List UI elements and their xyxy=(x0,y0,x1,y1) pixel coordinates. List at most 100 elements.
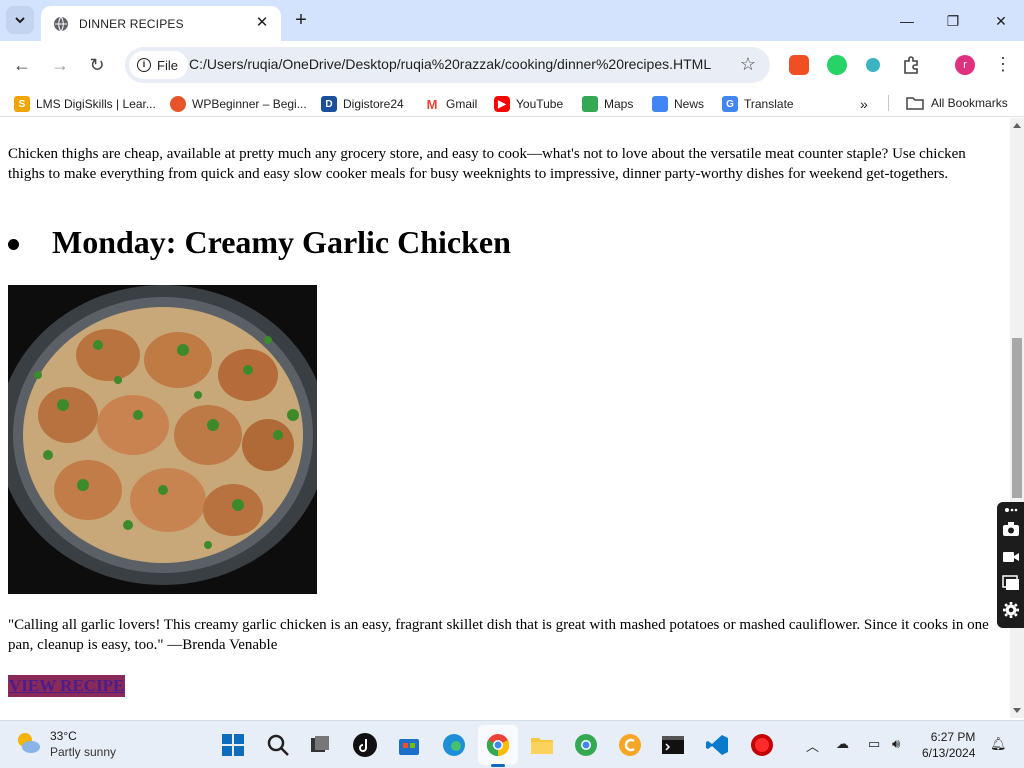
system-clock[interactable]: 6:27 PM 6/13/2024 xyxy=(922,729,975,761)
info-icon: i xyxy=(137,58,151,72)
bookmark-label: Maps xyxy=(604,97,634,111)
tiktok-icon[interactable] xyxy=(353,733,377,757)
extension-teal-icon[interactable] xyxy=(866,58,880,72)
screen-capture-toolbar xyxy=(997,502,1024,628)
camera-icon[interactable] xyxy=(1002,521,1020,537)
browser-toolbar: ← → ↻ i File C:/Users/ruqia/OneDrive/Des… xyxy=(0,41,1024,89)
scroll-up-arrow-icon[interactable] xyxy=(1013,123,1021,128)
all-bookmarks-button[interactable]: All Bookmarks xyxy=(906,96,1008,110)
show-hidden-icons-chevron-icon[interactable]: ︿ xyxy=(806,736,819,755)
bookmark-digiskills[interactable]: S LMS DigiSkills | Lear... xyxy=(14,96,156,112)
whatsapp-icon[interactable] xyxy=(827,55,847,75)
bookmark-wpbeginner[interactable]: WPBeginner – Begi... xyxy=(170,96,307,112)
task-view-icon[interactable] xyxy=(308,733,332,757)
copilot-app-icon[interactable] xyxy=(618,733,642,757)
chevron-down-icon xyxy=(15,17,25,24)
clock-time: 6:27 PM xyxy=(930,730,976,744)
forward-button[interactable]: → xyxy=(48,53,72,77)
bookmark-label: Translate xyxy=(744,97,794,111)
tab-search-button[interactable] xyxy=(6,6,34,34)
chrome-profile-icon[interactable] xyxy=(574,733,598,757)
bookmark-label: YouTube xyxy=(516,97,564,111)
news-icon xyxy=(652,96,668,112)
notification-bell-icon[interactable]: 🔔︎ xyxy=(990,736,1007,752)
bookmark-label: Gmail xyxy=(446,97,478,111)
screen-recorder-icon[interactable] xyxy=(750,733,774,757)
window-capture-icon[interactable] xyxy=(1002,575,1020,591)
file-scheme-label: File xyxy=(157,57,178,73)
search-icon[interactable] xyxy=(266,733,290,757)
scroll-down-arrow-icon[interactable] xyxy=(1013,708,1021,713)
network-icon[interactable]: ▭ xyxy=(868,736,880,752)
extensions-puzzle-icon[interactable] xyxy=(901,55,921,75)
bookmark-translate[interactable]: G Translate xyxy=(722,96,794,112)
address-bar[interactable]: i File C:/Users/ruqia/OneDrive/Desktop/r… xyxy=(125,47,770,83)
scroll-thumb[interactable] xyxy=(1012,338,1022,498)
browser-tab[interactable]: DINNER RECIPES ✕ xyxy=(41,6,281,41)
settings-gear-icon[interactable] xyxy=(1002,602,1020,618)
reload-button[interactable]: ↻ xyxy=(85,53,109,77)
video-camera-icon[interactable] xyxy=(1002,549,1020,565)
view-recipe-link[interactable]: VIEW RECIPE xyxy=(8,675,126,697)
tab-title: DINNER RECIPES xyxy=(79,16,184,31)
globe-icon xyxy=(54,16,68,31)
bookmark-gmail[interactable]: M Gmail xyxy=(424,96,477,112)
all-bookmarks-label: All Bookmarks xyxy=(931,96,1008,110)
bookmark-label: WPBeginner – Begi... xyxy=(192,97,307,111)
chrome-icon[interactable] xyxy=(486,733,510,757)
minimize-button[interactable]: — xyxy=(884,8,930,34)
bookmark-maps[interactable]: Maps xyxy=(582,96,633,112)
list-bullet xyxy=(8,239,19,250)
file-explorer-icon[interactable] xyxy=(530,733,554,757)
creamy-garlic-chicken-image xyxy=(8,285,317,594)
bookmark-label: News xyxy=(674,97,705,111)
folder-icon xyxy=(906,97,924,110)
restore-button[interactable]: ❐ xyxy=(930,8,976,34)
microsoft-store-icon[interactable] xyxy=(397,733,421,757)
new-tab-button[interactable]: + xyxy=(290,8,312,32)
wpbeginner-icon xyxy=(170,96,186,112)
edge-icon[interactable] xyxy=(442,733,466,757)
page-scrollbar[interactable] xyxy=(1010,118,1024,718)
clock-date: 6/13/2024 xyxy=(922,746,976,760)
translate-icon: G xyxy=(722,96,738,112)
close-window-button[interactable]: ✕ xyxy=(978,8,1024,34)
recipe-quote: "Calling all garlic lovers! This creamy … xyxy=(8,617,989,653)
youtube-icon: ▶ xyxy=(494,96,510,112)
weather-condition: Partly sunny xyxy=(50,745,117,759)
bookmark-star-icon[interactable]: ☆ xyxy=(740,54,756,75)
back-button[interactable]: ← xyxy=(10,53,34,77)
active-app-indicator xyxy=(491,764,505,767)
bookmarks-bar: S LMS DigiSkills | Lear... WPBeginner – … xyxy=(0,89,1024,117)
bookmark-label: LMS DigiSkills | Lear... xyxy=(36,97,156,111)
vscode-icon[interactable] xyxy=(705,733,729,757)
web-page-content: Chicken thighs are cheap, available at p… xyxy=(0,118,1010,718)
bookmark-news[interactable]: News xyxy=(652,96,704,112)
bookmarks-divider xyxy=(888,95,889,111)
more-bookmarks-icon[interactable]: » xyxy=(860,96,868,112)
terminal-icon[interactable] xyxy=(661,733,685,757)
maps-icon xyxy=(582,96,598,112)
intro-paragraph: Chicken thighs are cheap, available at p… xyxy=(8,146,966,182)
windows-start-icon[interactable] xyxy=(221,733,245,757)
weather-temperature: 33°C xyxy=(50,729,77,743)
volume-icon[interactable]: 🔊︎ xyxy=(892,736,900,752)
bookmark-youtube[interactable]: ▶ YouTube xyxy=(494,96,563,112)
url-text[interactable]: C:/Users/ruqia/OneDrive/Desktop/ruqia%20… xyxy=(189,56,711,72)
more-options-icon[interactable] xyxy=(1002,505,1020,515)
profile-avatar[interactable]: r xyxy=(955,55,975,75)
windows-taskbar: 33°C Partly sunny ︿ ☁ ▭ 🔊︎ 6:27 PM 6/13/… xyxy=(0,720,1024,768)
bookmark-label: Digistore24 xyxy=(343,97,404,111)
close-tab-icon[interactable]: ✕ xyxy=(253,14,271,32)
onedrive-icon[interactable]: ☁ xyxy=(836,736,849,752)
bookmark-digistore[interactable]: D Digistore24 xyxy=(321,96,404,112)
weather-widget[interactable]: 33°C Partly sunny xyxy=(14,729,116,759)
menu-kebab-icon[interactable]: ⋮ xyxy=(994,54,1012,75)
recipe-heading-row: Monday: Creamy Garlic Chicken xyxy=(8,224,511,261)
site-info-chip[interactable]: i File xyxy=(129,51,188,79)
digistore-icon: D xyxy=(321,96,337,112)
tab-strip: DINNER RECIPES ✕ + — ❐ ✕ xyxy=(0,0,1024,41)
extension-red-icon[interactable] xyxy=(789,55,809,75)
recipe-heading: Monday: Creamy Garlic Chicken xyxy=(52,224,511,260)
digiskills-icon: S xyxy=(14,96,30,112)
